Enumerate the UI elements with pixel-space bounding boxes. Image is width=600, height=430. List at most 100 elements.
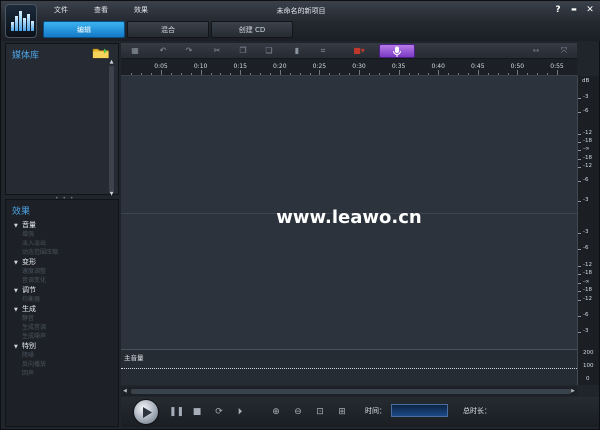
crop-icon[interactable]: ⌗ xyxy=(317,46,329,56)
timeline-scrollbar[interactable]: ◀ ▶ xyxy=(121,387,577,396)
effect-category-adjust[interactable]: ▼ 调节 xyxy=(14,285,118,295)
effect-item[interactable]: 淡入淡出 xyxy=(14,239,118,248)
db-label: -18 xyxy=(583,155,592,161)
ruler-tick xyxy=(161,70,162,75)
effect-category-transform[interactable]: ▼ 变形 xyxy=(14,257,118,267)
media-library-scrollbar[interactable]: ▲ ▼ xyxy=(109,60,114,197)
scroll-right-icon[interactable]: ▶ xyxy=(571,388,575,394)
ruler-label: 0:55 xyxy=(550,63,564,70)
ruler-tick xyxy=(458,73,459,75)
tab-edit[interactable]: 编辑 xyxy=(43,21,125,38)
fit-width-icon[interactable]: ⇿ xyxy=(529,46,543,56)
help-button[interactable]: ? xyxy=(553,5,563,15)
db-tick xyxy=(578,291,581,292)
tab-create-cd[interactable]: 创建 CD xyxy=(211,21,293,38)
db-label: -6 xyxy=(583,245,589,251)
loop-icon[interactable]: ⟳ xyxy=(213,406,225,418)
effect-category-volume[interactable]: ▼ 音量 xyxy=(14,220,118,230)
ruler-tick xyxy=(180,73,182,75)
db-label: -3 xyxy=(583,229,589,235)
effect-item[interactable]: 回声 xyxy=(14,369,118,378)
effect-item[interactable]: 动态范围压缩 xyxy=(14,248,118,257)
ruler-tick xyxy=(299,73,301,75)
copy-icon[interactable]: ❐ xyxy=(237,46,249,56)
waveform-area[interactable]: www.leawo.cn xyxy=(121,76,577,349)
stop-icon[interactable]: ■ xyxy=(191,406,203,418)
close-button[interactable]: ✕ xyxy=(585,5,595,15)
zoom-out-icon[interactable]: ⊖ xyxy=(292,406,304,418)
ruler-tick xyxy=(359,70,360,75)
ruler-tick xyxy=(230,73,232,75)
db-label: -18 xyxy=(583,287,592,293)
volume-envelope-line[interactable] xyxy=(121,368,577,369)
effect-item[interactable]: 静音 xyxy=(14,314,118,323)
master-volume-label: 主音量 xyxy=(124,354,144,362)
window-title: 未命名的新项目 xyxy=(276,7,326,15)
ruler-label: 0:30 xyxy=(352,63,366,70)
scroll-down-icon[interactable]: ▼ xyxy=(108,192,115,197)
ruler-label: 0:15 xyxy=(233,63,247,70)
ruler-label: 0:45 xyxy=(471,63,485,70)
ruler-label: 0:05 xyxy=(154,63,168,70)
effect-item[interactable]: 速度调整 xyxy=(14,267,118,276)
db-label: -12 xyxy=(583,163,592,169)
folder-add-icon[interactable] xyxy=(92,47,110,59)
ruler-tick xyxy=(260,73,261,75)
zoom-selection-icon[interactable]: ⊞ xyxy=(336,406,348,418)
volume-scale-label: 200 xyxy=(583,350,594,356)
record-icon[interactable]: ■▾ xyxy=(349,46,369,56)
db-label: -6 xyxy=(583,177,589,183)
delete-icon[interactable]: ▮ xyxy=(291,46,303,56)
ruler-tick xyxy=(289,73,291,75)
time-label: 时间： xyxy=(365,407,386,415)
effect-item[interactable]: 生成音调 xyxy=(14,323,118,332)
fit-all-icon[interactable]: ⤧ xyxy=(557,46,571,56)
effect-item[interactable]: 生成噪声 xyxy=(14,332,118,341)
ruler-tick xyxy=(378,73,380,75)
record-voice-button[interactable] xyxy=(379,44,415,58)
redo-icon[interactable]: ↷ xyxy=(183,46,195,56)
edit-toolbar: ▦ ↶ ↷ ✂ ❐ ❏ ▮ ⌗ ■▾ ⇿ ⤧ xyxy=(121,43,577,59)
next-icon[interactable]: ⏵ xyxy=(234,406,246,418)
window-controls: ? ▬ ✕ xyxy=(553,5,595,15)
master-volume-lane[interactable]: 主音量 xyxy=(121,349,577,385)
effect-category-special[interactable]: ▼ 特别 xyxy=(14,341,118,351)
zoom-in-icon[interactable]: ⊕ xyxy=(270,406,282,418)
effect-item[interactable]: 降噪 xyxy=(14,351,118,360)
cut-icon[interactable]: ✂ xyxy=(211,46,223,56)
expand-triangle-icon: ▼ xyxy=(14,223,18,229)
effect-item[interactable]: 反向播放 xyxy=(14,360,118,369)
media-library-panel[interactable]: 媒体库 ▲ ▼ xyxy=(5,43,119,197)
scroll-left-icon[interactable]: ◀ xyxy=(123,388,127,394)
effect-item[interactable]: 均衡器 xyxy=(14,295,118,304)
db-label: -18 xyxy=(583,138,592,144)
db-tick xyxy=(578,233,581,234)
effects-list: ▼ 音量 增强 淡入淡出 动态范围压缩 ▼ 变形 速度调整 音调变化 ▼ 调节 均衡器… xyxy=(14,220,118,378)
undo-icon[interactable]: ↶ xyxy=(157,46,169,56)
effect-category-generate[interactable]: ▼ 生成 xyxy=(14,304,118,314)
effect-item[interactable]: 增强 xyxy=(14,230,118,239)
scrollbar-thumb[interactable] xyxy=(131,389,571,394)
tab-mix[interactable]: 混合 xyxy=(127,21,209,38)
db-tick xyxy=(578,167,581,168)
effect-item[interactable]: 音调变化 xyxy=(14,276,118,285)
db-tick xyxy=(578,283,581,284)
db-tick xyxy=(578,98,581,99)
ruler-tick xyxy=(250,73,252,75)
ruler-tick xyxy=(319,70,321,75)
total-time-label: 总时长： xyxy=(463,407,491,415)
time-ruler[interactable]: 0:05 0:10 0:15 0:20 0:25 0:30 0:35 0:40 0:45 0:50… xyxy=(121,59,577,76)
scroll-up-icon[interactable]: ▲ xyxy=(108,60,115,65)
save-icon[interactable]: ▦ xyxy=(129,46,141,56)
minimize-button[interactable]: ▬ xyxy=(569,5,579,15)
microphone-icon xyxy=(393,46,401,57)
paste-icon[interactable]: ❏ xyxy=(263,46,275,56)
pause-icon[interactable]: ❚❚ xyxy=(169,406,184,418)
play-button[interactable] xyxy=(133,399,159,425)
zoom-fit-icon[interactable]: ⊡ xyxy=(314,406,326,418)
ruler-tick xyxy=(497,73,499,75)
volume-scale-label: 0 xyxy=(586,376,590,382)
time-display xyxy=(391,404,448,417)
ruler-label: 0:20 xyxy=(273,63,287,70)
db-tick xyxy=(578,300,581,301)
